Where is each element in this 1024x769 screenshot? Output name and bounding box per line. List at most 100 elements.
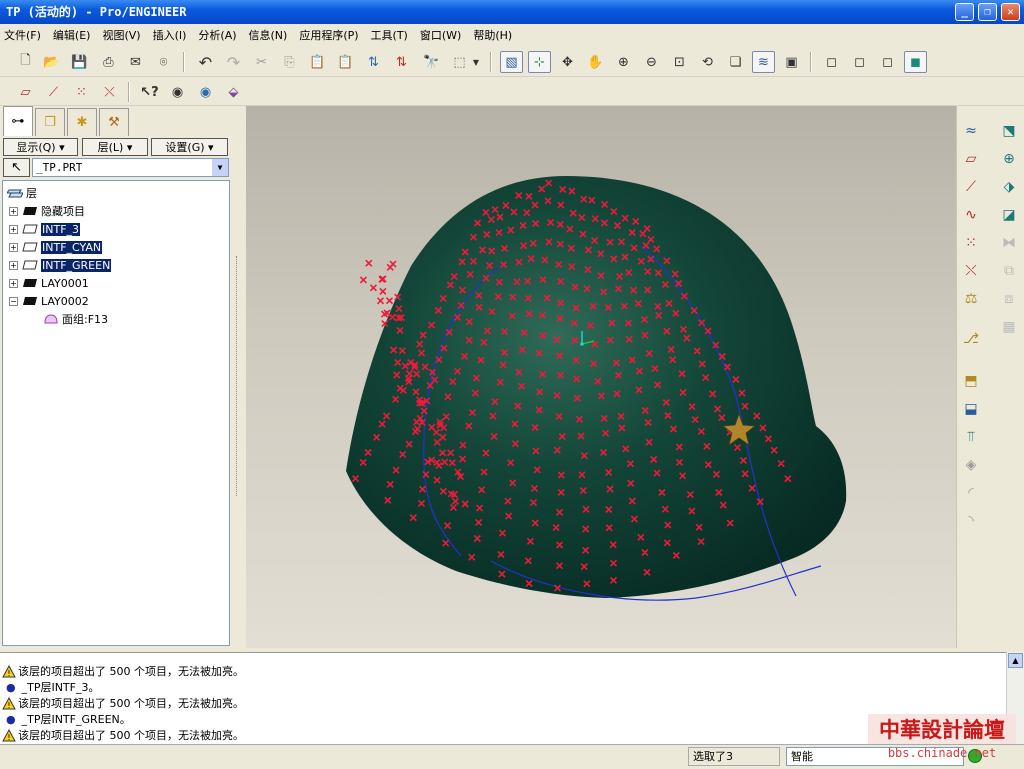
coordinate-system-display-icon[interactable]: ⤬ bbox=[98, 81, 121, 103]
copy-icon[interactable]: ⎘ bbox=[278, 51, 301, 73]
send-link-icon[interactable]: ⌾ bbox=[152, 51, 175, 73]
print-icon[interactable]: ⎙ bbox=[97, 51, 120, 73]
redo-icon[interactable]: ↷ bbox=[222, 51, 245, 73]
context-help-icon[interactable]: ↖? bbox=[138, 81, 161, 103]
menu-applications[interactable]: 应用程序(P) bbox=[299, 27, 358, 43]
tab-folder-browser[interactable]: ❐ bbox=[35, 108, 65, 136]
revolve-icon[interactable]: ⊕ bbox=[997, 148, 1021, 170]
menu-view[interactable]: 视图(V) bbox=[102, 27, 140, 43]
shading-icon[interactable]: ◼ bbox=[904, 51, 927, 73]
expand-icon[interactable]: + bbox=[9, 260, 18, 270]
chevron-down-icon[interactable]: ▼ bbox=[212, 159, 228, 176]
graphics-window[interactable] bbox=[246, 106, 956, 648]
collapse-icon[interactable]: − bbox=[9, 296, 18, 306]
datum-point-display-icon[interactable]: ⁙ bbox=[70, 81, 93, 103]
layer-dropdown[interactable]: 层(L) ▾ bbox=[82, 138, 148, 156]
datum-plane-icon[interactable]: ▱ bbox=[959, 148, 983, 170]
boundary-blend-icon[interactable]: ◪ bbox=[997, 204, 1021, 226]
menu-insert[interactable]: 插入(I) bbox=[153, 27, 187, 43]
active-model-select[interactable]: _TP.PRT ▼ bbox=[32, 158, 229, 177]
wireframe-icon[interactable]: ◻ bbox=[820, 51, 843, 73]
extrude-icon[interactable]: ⬔ bbox=[997, 120, 1021, 142]
tree-row-intf-cyan[interactable]: + INTF_CYAN bbox=[9, 238, 103, 256]
tree-row-intf-green[interactable]: + INTF_GREEN bbox=[9, 256, 112, 274]
sweep-icon[interactable]: ⬗ bbox=[997, 176, 1021, 198]
menu-analysis[interactable]: 分析(A) bbox=[198, 27, 236, 43]
menu-tools[interactable]: 工具(T) bbox=[371, 27, 408, 43]
menu-file[interactable]: 文件(F) bbox=[4, 27, 41, 43]
analysis-feature-icon[interactable]: ⚖ bbox=[959, 288, 983, 310]
visual-browser-icon[interactable]: ◉ bbox=[194, 81, 217, 103]
orient-mode-icon[interactable]: ✥ bbox=[556, 51, 579, 73]
saved-views-icon[interactable]: ❏ bbox=[724, 51, 747, 73]
paste-special-icon[interactable]: 📋 bbox=[334, 51, 357, 73]
tree-row-hidden-items[interactable]: + 隐藏项目 bbox=[9, 202, 85, 220]
mirror-icon[interactable]: ⧓ bbox=[997, 232, 1021, 254]
pattern-icon[interactable]: ▦ bbox=[997, 316, 1021, 338]
annotation-icon[interactable]: ⬙ bbox=[222, 81, 245, 103]
draft-icon[interactable]: ◈ bbox=[959, 454, 983, 476]
expand-icon[interactable]: + bbox=[9, 242, 18, 252]
open-icon[interactable]: 📂 bbox=[40, 51, 63, 73]
refit-icon[interactable]: ⊡ bbox=[668, 51, 691, 73]
panel-splitter[interactable] bbox=[232, 106, 246, 648]
menu-info[interactable]: 信息(N) bbox=[249, 27, 288, 43]
coordinate-system-tool-icon[interactable]: ⤬ bbox=[959, 260, 983, 282]
reorient-icon[interactable]: ⟲ bbox=[696, 51, 719, 73]
shell-icon[interactable]: ⬓ bbox=[959, 398, 983, 420]
layers-icon[interactable]: ≋ bbox=[752, 51, 775, 73]
minimize-button[interactable]: _ bbox=[955, 3, 974, 21]
settings-dropdown[interactable]: 设置(G) ▾ bbox=[151, 138, 228, 156]
pick-model-button[interactable]: ↖ bbox=[3, 158, 30, 177]
paste-icon[interactable]: 📋 bbox=[306, 51, 329, 73]
tree-row-lay0002[interactable]: − LAY0002 bbox=[9, 292, 89, 310]
menu-help[interactable]: 帮助(H) bbox=[473, 27, 512, 43]
tree-row-lay0001[interactable]: + LAY0001 bbox=[9, 274, 89, 292]
round-icon[interactable]: ◜ bbox=[959, 482, 983, 504]
tree-row-intf-3[interactable]: + INTF_3 bbox=[9, 220, 81, 238]
regenerate-icon[interactable]: ⇅ bbox=[362, 51, 385, 73]
datum-axis-icon[interactable]: ⟋ bbox=[959, 176, 983, 198]
merge-icon[interactable]: ⧉ bbox=[997, 260, 1021, 282]
expand-icon[interactable]: + bbox=[9, 206, 18, 216]
tab-model-tree[interactable]: ⊶ bbox=[3, 106, 33, 136]
send-mail-icon[interactable]: ✉ bbox=[124, 51, 147, 73]
datum-plane-display-icon[interactable]: ▱ bbox=[14, 81, 37, 103]
tab-favorites[interactable]: ✱ bbox=[67, 108, 97, 136]
hidden-line-icon[interactable]: ◻ bbox=[848, 51, 871, 73]
save-icon[interactable]: 💾 bbox=[68, 51, 91, 73]
show-dropdown[interactable]: 显示(Q) ▾ bbox=[3, 138, 78, 156]
pan-hand-icon[interactable]: ✋ bbox=[584, 51, 607, 73]
datum-point-icon[interactable]: ⁙ bbox=[959, 232, 983, 254]
repaint-icon[interactable]: ▧ bbox=[500, 51, 523, 73]
no-hidden-icon[interactable]: ◻ bbox=[876, 51, 899, 73]
zoom-out-icon[interactable]: ⊖ bbox=[640, 51, 663, 73]
tab-connections[interactable]: ⚒ bbox=[99, 108, 129, 136]
chamfer-icon[interactable]: ◝ bbox=[959, 510, 983, 532]
chevron-down-icon[interactable]: ▼ bbox=[470, 51, 482, 73]
spin-center-icon[interactable]: ⊹ bbox=[528, 51, 551, 73]
style-icon[interactable]: ⎇ bbox=[959, 328, 983, 350]
datum-axis-display-icon[interactable]: ⟋ bbox=[42, 81, 65, 103]
regen-manager-icon[interactable]: ⇅ bbox=[390, 51, 413, 73]
rib-icon[interactable]: ⫪ bbox=[959, 426, 983, 448]
find-icon[interactable]: 🔭 bbox=[420, 51, 443, 73]
zoom-in-icon[interactable]: ⊕ bbox=[612, 51, 635, 73]
datum-curve-icon[interactable]: ∿ bbox=[959, 204, 983, 226]
select-box-icon[interactable]: ⬚ bbox=[448, 51, 471, 73]
trim-icon[interactable]: ⧈ bbox=[997, 288, 1021, 310]
expand-icon[interactable]: + bbox=[9, 278, 18, 288]
cut-icon[interactable]: ✂ bbox=[250, 51, 273, 73]
model-tree-icon[interactable]: ◉ bbox=[166, 81, 189, 103]
restore-button[interactable]: ❐ bbox=[978, 3, 997, 21]
undo-icon[interactable]: ↶ bbox=[194, 51, 217, 73]
menu-window[interactable]: 窗口(W) bbox=[420, 27, 461, 43]
sketched-curve-icon[interactable]: ≈ bbox=[959, 120, 983, 142]
menu-edit[interactable]: 编辑(E) bbox=[53, 27, 91, 43]
scroll-up-icon[interactable]: ▲ bbox=[1008, 653, 1023, 668]
hole-icon[interactable]: ⬒ bbox=[959, 370, 983, 392]
view-manager-icon[interactable]: ▣ bbox=[780, 51, 803, 73]
expand-icon[interactable]: + bbox=[9, 224, 18, 234]
close-button[interactable]: ✕ bbox=[1001, 3, 1020, 21]
tree-row-quilt[interactable]: 面组:F13 bbox=[43, 310, 108, 328]
